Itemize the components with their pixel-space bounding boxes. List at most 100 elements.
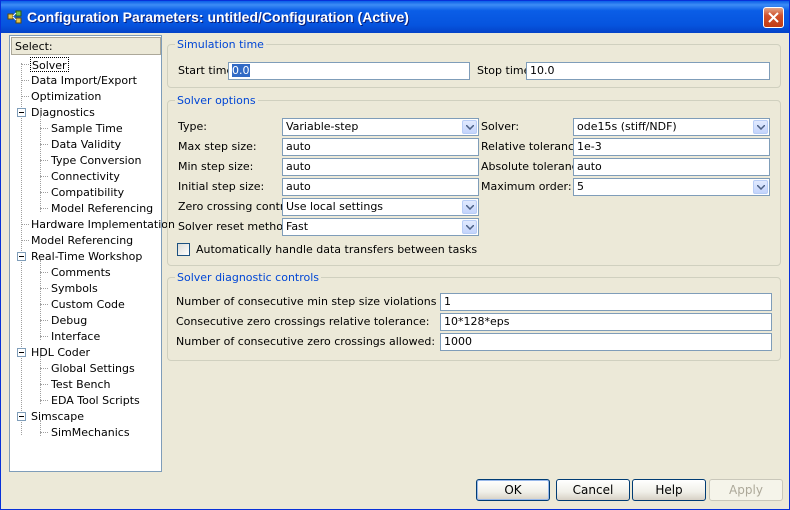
tree-stub bbox=[40, 400, 48, 401]
tree-item-model-referencing[interactable]: Model Referencing bbox=[31, 233, 133, 248]
tree-item-symbols[interactable]: Symbols bbox=[51, 281, 98, 296]
auto-handle-label[interactable]: Automatically handle data transfers betw… bbox=[196, 243, 477, 257]
tree-item-connectivity[interactable]: Connectivity bbox=[51, 169, 120, 184]
start-time-input[interactable]: 0.0 bbox=[228, 62, 470, 80]
rel-tol-label: Relative tolerance: bbox=[481, 140, 585, 153]
reset-method-label: Solver reset method: bbox=[178, 220, 294, 233]
category-tree[interactable]: Select: Solver Data Import/Export Optimi… bbox=[9, 35, 175, 472]
tree-item-optimization[interactable]: Optimization bbox=[31, 89, 101, 104]
tree-stub bbox=[21, 240, 29, 241]
help-button[interactable]: Help bbox=[632, 479, 706, 501]
chevron-down-icon[interactable] bbox=[462, 220, 477, 234]
diagnostic-controls-title: Solver diagnostic controls bbox=[175, 271, 322, 284]
tree-item-hdl-coder[interactable]: HDL Coder bbox=[31, 345, 90, 360]
chevron-down-icon[interactable] bbox=[753, 120, 768, 134]
tree-item-custom-code[interactable]: Custom Code bbox=[51, 297, 125, 312]
reset-method-select[interactable]: Fast bbox=[282, 218, 479, 236]
simulink-icon bbox=[7, 10, 22, 24]
tree-connector bbox=[40, 116, 41, 212]
tree-item-data-import-export[interactable]: Data Import/Export bbox=[31, 73, 137, 88]
tree-stub bbox=[40, 176, 48, 177]
tree-item-simmechanics[interactable]: SimMechanics bbox=[51, 425, 130, 440]
chevron-down-icon[interactable] bbox=[462, 200, 477, 214]
chevron-down-icon[interactable] bbox=[462, 120, 477, 134]
tree-stub bbox=[40, 304, 48, 305]
min-step-violations-input[interactable]: 1 bbox=[440, 293, 772, 311]
rel-tol-input[interactable]: 1e-3 bbox=[573, 138, 770, 156]
tree-stub bbox=[21, 80, 29, 81]
tree-header: Select: bbox=[11, 37, 161, 55]
ok-button[interactable]: OK bbox=[476, 479, 550, 501]
max-step-input[interactable]: auto bbox=[282, 138, 479, 156]
tree-stub bbox=[40, 368, 48, 369]
tree-item-type-conversion[interactable]: Type Conversion bbox=[51, 153, 141, 168]
type-value: Variable-step bbox=[286, 120, 359, 133]
tree-item-global-settings[interactable]: Global Settings bbox=[51, 361, 135, 376]
tree-item-hardware-implementation[interactable]: Hardware Implementation bbox=[31, 217, 175, 232]
apply-button[interactable]: Apply bbox=[709, 479, 783, 501]
tree-stub bbox=[40, 128, 48, 129]
tree-stub bbox=[40, 208, 48, 209]
title-bar[interactable]: Configuration Parameters: untitled/Confi… bbox=[1, 1, 789, 33]
tree-item-diagnostics[interactable]: Diagnostics bbox=[31, 105, 95, 120]
tree-connector bbox=[40, 356, 41, 404]
config-dialog: Configuration Parameters: untitled/Confi… bbox=[0, 0, 790, 510]
type-label: Type: bbox=[178, 120, 207, 133]
abs-tol-input[interactable]: auto bbox=[573, 158, 770, 176]
close-button[interactable] bbox=[763, 7, 784, 28]
tree-item-data-validity[interactable]: Data Validity bbox=[51, 137, 121, 152]
collapse-icon[interactable] bbox=[17, 108, 26, 117]
zero-crossing-value: Use local settings bbox=[286, 200, 384, 213]
auto-handle-checkbox[interactable] bbox=[177, 243, 190, 256]
tree-item-debug[interactable]: Debug bbox=[51, 313, 87, 328]
collapse-icon[interactable] bbox=[17, 252, 26, 261]
chevron-down-icon[interactable] bbox=[753, 180, 768, 194]
tree-item-diag-model-referencing[interactable]: Model Referencing bbox=[51, 201, 153, 216]
max-step-label: Max step size: bbox=[178, 140, 257, 153]
tree-stub bbox=[40, 336, 48, 337]
solver-select[interactable]: ode15s (stiff/NDF) bbox=[573, 118, 770, 136]
close-icon bbox=[768, 12, 779, 23]
tree-item-test-bench[interactable]: Test Bench bbox=[51, 377, 110, 392]
type-select[interactable]: Variable-step bbox=[282, 118, 479, 136]
tree-stub bbox=[40, 192, 48, 193]
collapse-icon[interactable] bbox=[17, 412, 26, 421]
tree-stub bbox=[21, 96, 29, 97]
zero-crossing-select[interactable]: Use local settings bbox=[282, 198, 479, 216]
solver-options-title: Solver options bbox=[175, 94, 258, 107]
init-step-input[interactable]: auto bbox=[282, 178, 479, 196]
tree-connector bbox=[21, 63, 22, 435]
max-order-value: 5 bbox=[577, 180, 584, 193]
cancel-button[interactable]: Cancel bbox=[556, 479, 630, 501]
tree-stub bbox=[40, 160, 48, 161]
zero-crossing-label: Zero crossing control: bbox=[178, 200, 298, 213]
tree-stub bbox=[40, 144, 48, 145]
max-order-label: Maximum order: bbox=[481, 180, 572, 193]
tree-item-simscape[interactable]: Simscape bbox=[31, 409, 84, 424]
zc-allowed-input[interactable]: 1000 bbox=[440, 333, 772, 351]
max-order-select[interactable]: 5 bbox=[573, 178, 770, 196]
simulation-time-title: Simulation time bbox=[175, 38, 266, 51]
solver-label: Solver: bbox=[481, 120, 520, 133]
zc-allowed-label: Number of consecutive zero crossings all… bbox=[176, 335, 436, 348]
tree-item-comments[interactable]: Comments bbox=[51, 265, 111, 280]
init-step-label: Initial step size: bbox=[178, 180, 265, 193]
zc-rel-tol-label: Consecutive zero crossings relative tole… bbox=[176, 315, 430, 328]
min-step-label: Min step size: bbox=[178, 160, 254, 173]
tree-stub bbox=[40, 272, 48, 273]
min-step-input[interactable]: auto bbox=[282, 158, 479, 176]
tree-item-compatibility[interactable]: Compatibility bbox=[51, 185, 124, 200]
tree-stub bbox=[21, 224, 29, 225]
tree-item-eda-tool-scripts[interactable]: EDA Tool Scripts bbox=[51, 393, 140, 408]
tree-item-interface[interactable]: Interface bbox=[51, 329, 100, 344]
tree-item-real-time-workshop[interactable]: Real-Time Workshop bbox=[31, 249, 142, 264]
tree-item-sample-time[interactable]: Sample Time bbox=[51, 121, 123, 136]
tree-stub bbox=[40, 384, 48, 385]
solver-value: ode15s (stiff/NDF) bbox=[577, 120, 677, 133]
tree-item-solver[interactable]: Solver bbox=[30, 57, 69, 72]
zc-rel-tol-input[interactable]: 10*128*eps bbox=[440, 313, 772, 331]
tree-stub bbox=[21, 64, 29, 65]
collapse-icon[interactable] bbox=[17, 348, 26, 357]
stop-time-input[interactable]: 10.0 bbox=[526, 62, 770, 80]
tree-stub bbox=[40, 288, 48, 289]
